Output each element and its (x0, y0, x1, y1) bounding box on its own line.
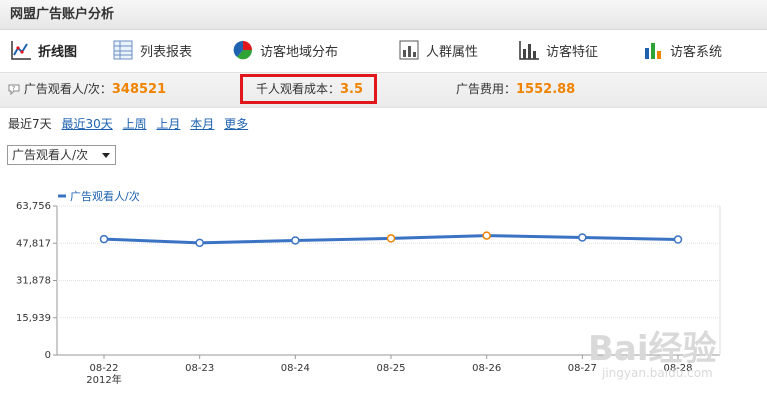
x-year-label: 2012年 (86, 373, 121, 386)
stat-label: 广告观看人/次： (23, 82, 112, 96)
stat-views: ? 广告观看人/次：348521 (8, 80, 166, 98)
watermark: Bai经验 jingyan.baidu.com (588, 329, 717, 380)
tab-label: 人群属性 (426, 44, 479, 60)
stat-label: 广告费用： (456, 82, 517, 96)
data-point (386, 234, 396, 243)
x-tick-label: 08-26 (472, 363, 501, 374)
chart-legend: 广告观看人/次 (58, 189, 140, 203)
line-chart: 63,756 47,817 31,878 15,939 0 08-22 08-23 08-2… (16, 189, 721, 386)
metric-select[interactable]: 广告观看人/次 (7, 145, 116, 165)
y-tick-label: 47,817 (16, 238, 51, 249)
table-icon (112, 39, 134, 61)
y-axis-labels: 63,756 47,817 31,878 15,939 0 (16, 201, 51, 361)
bar-report-icon (398, 39, 420, 61)
y-tick-label: 31,878 (16, 276, 51, 287)
view-tabs: 折线图 列表报表 访客地域分布 人群属性 访客特征 访客系统 (0, 31, 767, 69)
svg-text:?: ? (12, 86, 15, 93)
tab-label: 折线图 (38, 44, 78, 60)
tab-line-chart[interactable]: 折线图 (10, 37, 77, 63)
chevron-down-icon (102, 153, 110, 158)
y-tick-label: 0 (45, 350, 51, 361)
range-more[interactable]: 更多 (224, 117, 248, 131)
y-tick-label: 63,756 (16, 201, 51, 212)
stat-value: 348521 (111, 82, 167, 97)
color-bars-icon (642, 39, 664, 61)
x-tick-label: 08-23 (185, 363, 214, 374)
tab-visitor-system[interactable]: 访客系统 (642, 37, 722, 63)
stat-cost: 广告费用：1552.88 (456, 80, 575, 97)
tab-table-report[interactable]: 列表报表 (112, 37, 192, 63)
tab-label: 访客地域分布 (260, 44, 339, 60)
metric-select-value: 广告观看人/次 (12, 148, 89, 162)
watermark-url: jingyan.baidu.com (601, 366, 713, 380)
data-point (195, 238, 204, 248)
range-this-month[interactable]: 本月 (190, 117, 214, 131)
highlight-box (240, 74, 377, 104)
data-point (578, 233, 587, 242)
range-last-month[interactable]: 上月 (156, 117, 180, 131)
watermark-brand: Bai经验 (588, 329, 717, 369)
data-point (291, 236, 300, 245)
tab-label: 访客系统 (670, 44, 723, 60)
tab-visitor-features[interactable]: 访客特征 (518, 37, 598, 63)
data-point (482, 231, 491, 240)
line-chart-icon (10, 39, 32, 61)
data-point (99, 234, 109, 244)
legend-label: 广告观看人/次 (70, 189, 140, 203)
help-icon[interactable]: ? (8, 83, 20, 98)
y-tick-label: 15,939 (16, 313, 51, 324)
range-last-30-days[interactable]: 最近30天 (61, 117, 112, 131)
bar-chart-icon (518, 39, 540, 61)
tab-visitor-region[interactable]: 访客地域分布 (232, 37, 338, 63)
x-tick-label: 08-25 (376, 363, 405, 374)
tab-label: 列表报表 (140, 44, 193, 60)
x-tick-label: 08-22 (89, 363, 118, 374)
tab-label: 访客特征 (546, 44, 599, 60)
window-title: 网盟广告账户分析 (0, 0, 767, 30)
pie-chart-icon (232, 39, 254, 61)
stat-value: 1552.88 (516, 82, 576, 97)
tab-audience-attributes[interactable]: 人群属性 (398, 37, 478, 63)
date-range-selector: 最近7天 最近30天 上周 上月 本月 更多 (8, 115, 248, 132)
range-last-week[interactable]: 上周 (123, 117, 147, 131)
x-tick-label: 08-24 (281, 363, 310, 374)
range-current: 最近7天 (8, 117, 52, 131)
data-point (673, 235, 683, 244)
